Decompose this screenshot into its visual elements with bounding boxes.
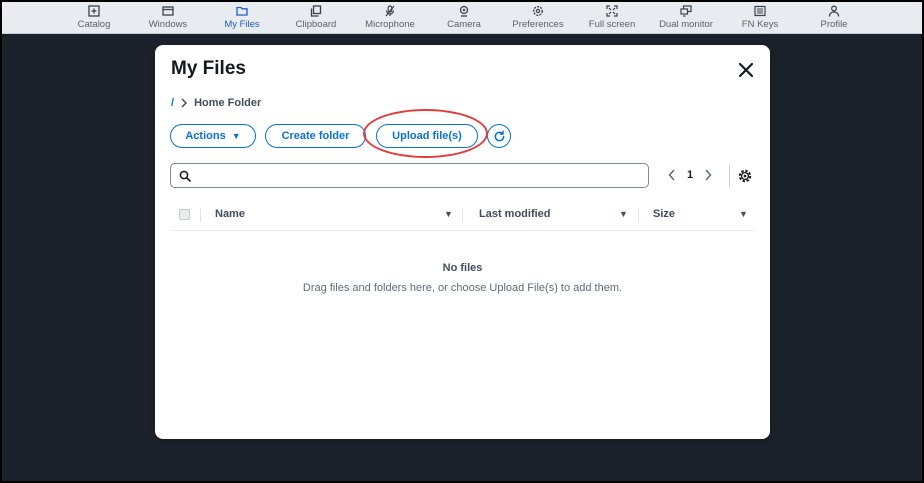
dual-monitor-icon <box>680 5 692 17</box>
breadcrumb-current: Home Folder <box>194 97 262 109</box>
clipboard-icon <box>310 5 322 17</box>
next-page-button[interactable] <box>701 167 715 183</box>
microphone-icon <box>385 5 395 17</box>
toolbar-item-label: Windows <box>148 19 188 30</box>
toolbar-item-clipboard[interactable]: Clipboard <box>279 0 353 34</box>
actions-button-label: Actions <box>185 130 226 142</box>
previous-page-button[interactable] <box>665 167 679 183</box>
camera-icon <box>459 5 469 17</box>
toolbar-item-label: Preferences <box>512 19 564 30</box>
toolbar-item-label: FN Keys <box>741 19 779 30</box>
folder-icon <box>236 6 248 16</box>
dialog-title: My Files <box>171 58 246 79</box>
caret-down-icon: ▼ <box>231 131 241 141</box>
keyboard-icon <box>754 5 766 17</box>
toolbar-item-fn-keys[interactable]: FN Keys <box>723 0 797 34</box>
refresh-icon <box>494 129 504 141</box>
user-icon <box>828 5 840 17</box>
search-icon <box>179 170 191 182</box>
divider <box>729 164 730 188</box>
gear-icon <box>532 5 544 17</box>
table-header: Name ▼ Last modified ▼ Size ▼ <box>170 202 755 231</box>
settings-gear-icon[interactable] <box>737 168 753 184</box>
sort-size-icon[interactable]: ▼ <box>739 209 748 219</box>
fullscreen-icon <box>606 5 618 17</box>
toolbar-item-label: Catalog <box>77 19 111 30</box>
refresh-button[interactable] <box>487 124 511 148</box>
pagination: 1 <box>665 167 715 183</box>
toolbar-item-preferences[interactable]: Preferences <box>501 0 575 34</box>
column-divider <box>462 208 463 222</box>
empty-state-description: Drag files and folders here, or choose U… <box>302 282 623 294</box>
select-all-checkbox[interactable] <box>179 209 190 220</box>
column-divider <box>638 208 639 222</box>
breadcrumb-root-link[interactable]: / <box>171 97 174 109</box>
toolbar-item-label: Dual monitor <box>659 19 713 30</box>
toolbar-item-label: Microphone <box>365 19 415 30</box>
plus-square-icon <box>88 5 100 17</box>
actions-dropdown-button[interactable]: Actions ▼ <box>170 124 256 148</box>
empty-state-title: No files <box>442 262 483 274</box>
column-divider <box>200 208 201 222</box>
column-header-last-modified[interactable]: Last modified <box>479 208 551 220</box>
breadcrumb: / Home Folder <box>171 97 261 109</box>
chevron-right-icon <box>180 98 188 108</box>
create-folder-button[interactable]: Create folder <box>265 124 366 148</box>
my-files-dialog: My Files / Home Folder Actions ▼ Create … <box>155 45 770 439</box>
sort-last-modified-icon[interactable]: ▼ <box>619 209 628 219</box>
sort-name-icon[interactable]: ▼ <box>444 209 453 219</box>
current-page-number[interactable]: 1 <box>679 169 701 181</box>
toolbar-item-camera[interactable]: Camera <box>427 0 501 34</box>
toolbar-item-label: Clipboard <box>295 19 337 30</box>
chevron-right-icon <box>705 169 712 181</box>
toolbar-item-label: Camera <box>447 19 481 30</box>
toolbar-item-label: Full screen <box>588 19 636 30</box>
toolbar-item-microphone[interactable]: Microphone <box>353 0 427 34</box>
chevron-left-icon <box>668 169 675 181</box>
toolbar-item-dual-monitor[interactable]: Dual monitor <box>649 0 723 34</box>
window-icon <box>162 6 174 16</box>
search-field[interactable] <box>170 163 649 188</box>
toolbar-item-my-files[interactable]: My Files <box>205 0 279 34</box>
toolbar-item-windows[interactable]: Windows <box>131 0 205 34</box>
toolbar-item-profile[interactable]: Profile <box>797 0 871 34</box>
column-header-name[interactable]: Name <box>215 208 245 220</box>
upload-files-button[interactable]: Upload file(s) <box>376 124 478 148</box>
toolbar-item-label: Profile <box>820 19 848 30</box>
search-input[interactable] <box>195 164 648 187</box>
toolbar-item-full-screen[interactable]: Full screen <box>575 0 649 34</box>
toolbar-item-catalog[interactable]: Catalog <box>57 0 131 34</box>
top-toolbar: Catalog Windows My Files Clipboard Micro… <box>0 0 924 34</box>
close-icon[interactable] <box>736 60 756 80</box>
toolbar-item-label: My Files <box>224 19 260 30</box>
column-header-size[interactable]: Size <box>653 208 675 220</box>
